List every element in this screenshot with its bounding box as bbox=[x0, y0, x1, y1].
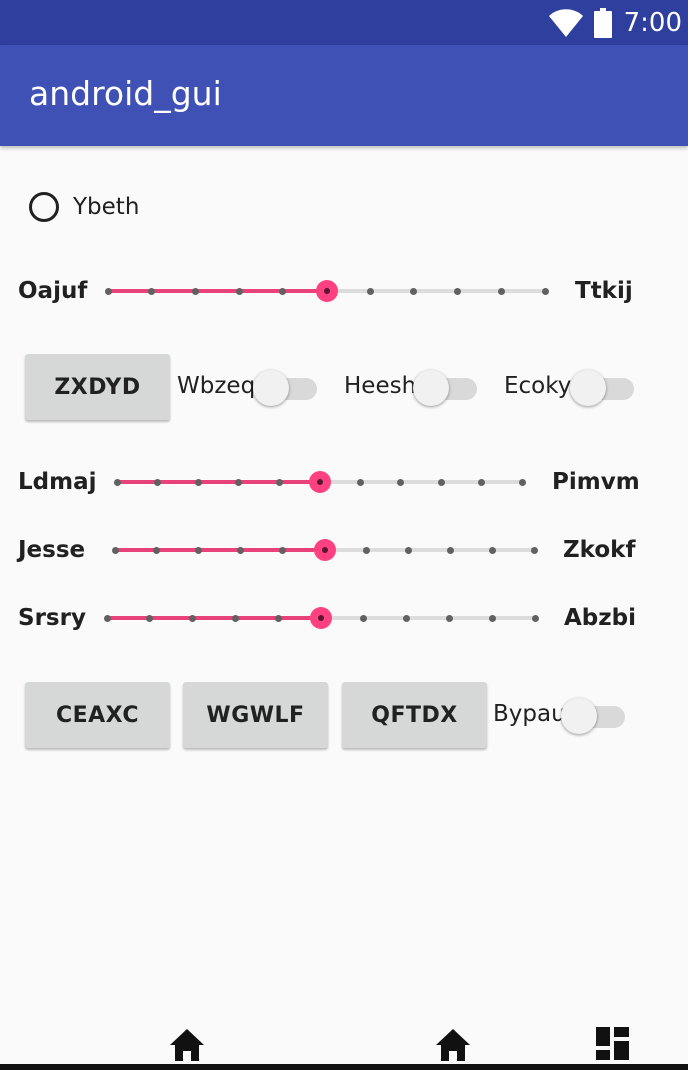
seekbar-tick bbox=[113, 478, 121, 486]
nav-divider bbox=[0, 1064, 688, 1070]
seekbar-tick bbox=[410, 287, 418, 295]
radio-label: Ybeth bbox=[73, 194, 140, 220]
switch-wbzeq[interactable] bbox=[253, 368, 317, 406]
seekbar-tick bbox=[194, 478, 202, 486]
navigation-bar bbox=[0, 1020, 688, 1070]
home-icon[interactable] bbox=[435, 1028, 471, 1062]
status-bar: 7:00 bbox=[0, 0, 688, 45]
seekbar-tick bbox=[403, 614, 411, 622]
seekbar-progress bbox=[107, 616, 321, 620]
seekbar-tick bbox=[237, 546, 245, 554]
seekbar-progress bbox=[117, 480, 320, 484]
wifi-icon bbox=[548, 8, 583, 37]
app-bar: android_gui bbox=[0, 45, 688, 146]
seekbar-tick bbox=[279, 546, 287, 554]
seekbar-right-label: Zkokf bbox=[563, 537, 636, 563]
seekbar-tick bbox=[356, 478, 364, 486]
switch-label-ecoky: Ecoky bbox=[504, 373, 572, 399]
seekbar-tick bbox=[366, 287, 374, 295]
wgwlf-button[interactable]: WGWLF bbox=[183, 682, 328, 748]
seekbar-tick bbox=[360, 614, 368, 622]
seekbar-tick bbox=[362, 546, 370, 554]
battery-icon bbox=[593, 7, 612, 38]
seekbar-tick bbox=[404, 546, 412, 554]
seekbar-progress bbox=[108, 289, 327, 293]
ceaxc-button[interactable]: CEAXC bbox=[25, 682, 170, 748]
radio-button[interactable] bbox=[29, 192, 59, 222]
seekbar-thumb[interactable] bbox=[308, 471, 331, 493]
seekbar-tick bbox=[274, 614, 282, 622]
switch-heesh[interactable] bbox=[413, 368, 477, 406]
seekbar-tick bbox=[231, 614, 239, 622]
seekbar-tick bbox=[531, 614, 539, 622]
seekbar-thumb[interactable] bbox=[313, 539, 336, 561]
seekbar-right-label: Abzbi bbox=[564, 605, 636, 631]
seekbar-tick bbox=[148, 287, 156, 295]
seekbar-tick bbox=[488, 614, 496, 622]
seekbar-tick bbox=[445, 614, 453, 622]
seekbar-right-label: Pimvm bbox=[552, 469, 640, 495]
home-icon[interactable] bbox=[169, 1028, 205, 1062]
seekbar-left-label: Ldmaj bbox=[18, 469, 97, 495]
seekbar-thumb[interactable] bbox=[315, 280, 338, 302]
dashboard-icon[interactable] bbox=[596, 1027, 629, 1060]
seekbar-tick bbox=[497, 287, 505, 295]
seekbar-tick bbox=[154, 478, 161, 486]
seekbar-tick bbox=[189, 614, 197, 622]
switch-bypau[interactable] bbox=[561, 696, 625, 734]
seekbar-tick bbox=[104, 287, 112, 295]
seekbar-left-label: Srsry bbox=[18, 605, 86, 631]
seekbar-tick bbox=[437, 478, 445, 486]
seekbar-tick bbox=[146, 614, 154, 622]
seekbar-tick bbox=[488, 546, 496, 554]
seekbar-tick bbox=[153, 546, 161, 554]
status-time: 7:00 bbox=[623, 7, 682, 38]
seekbar-tick bbox=[518, 478, 526, 486]
seekbar-oajuf[interactable]: Oajuf Ttkij bbox=[0, 271, 688, 311]
app-title: android_gui bbox=[29, 74, 222, 113]
seekbar-tick bbox=[397, 478, 404, 486]
radio-ybeth[interactable]: Ybeth bbox=[29, 192, 139, 222]
switch-label-bypau: Bypau bbox=[493, 701, 566, 727]
seekbar-left-label: Jesse bbox=[18, 537, 86, 563]
seekbar-tick bbox=[478, 478, 485, 486]
seekbar-thumb[interactable] bbox=[310, 607, 332, 629]
seekbar-tick bbox=[275, 478, 283, 486]
seekbar-tick bbox=[541, 287, 549, 295]
zxdyd-button[interactable]: ZXDYD bbox=[25, 354, 170, 420]
switch-ecoky[interactable] bbox=[570, 368, 634, 406]
seekbar-progress bbox=[115, 548, 325, 552]
seekbar-left-label: Oajuf bbox=[18, 278, 88, 304]
seekbar-jesse[interactable]: Jesse Zkokf bbox=[0, 530, 688, 570]
seekbar-tick bbox=[279, 287, 287, 295]
seekbar-ldmaj[interactable]: Ldmaj Pimvm bbox=[0, 462, 688, 502]
seekbar-tick bbox=[454, 287, 462, 295]
seekbar-tick bbox=[195, 546, 203, 554]
seekbar-tick bbox=[111, 546, 119, 554]
seekbar-right-label: Ttkij bbox=[575, 278, 633, 304]
seekbar-tick bbox=[530, 546, 538, 554]
seekbar-tick bbox=[235, 478, 242, 486]
switch-label-heesh: Heesh bbox=[344, 373, 417, 399]
seekbar-tick bbox=[103, 614, 111, 622]
seekbar-tick bbox=[235, 287, 243, 295]
seekbar-tick bbox=[191, 287, 199, 295]
seekbar-srsry[interactable]: Srsry Abzbi bbox=[0, 598, 688, 638]
qftdx-button[interactable]: QFTDX bbox=[342, 682, 487, 748]
switch-label-wbzeq: Wbzeq bbox=[177, 373, 256, 399]
seekbar-tick bbox=[446, 546, 454, 554]
